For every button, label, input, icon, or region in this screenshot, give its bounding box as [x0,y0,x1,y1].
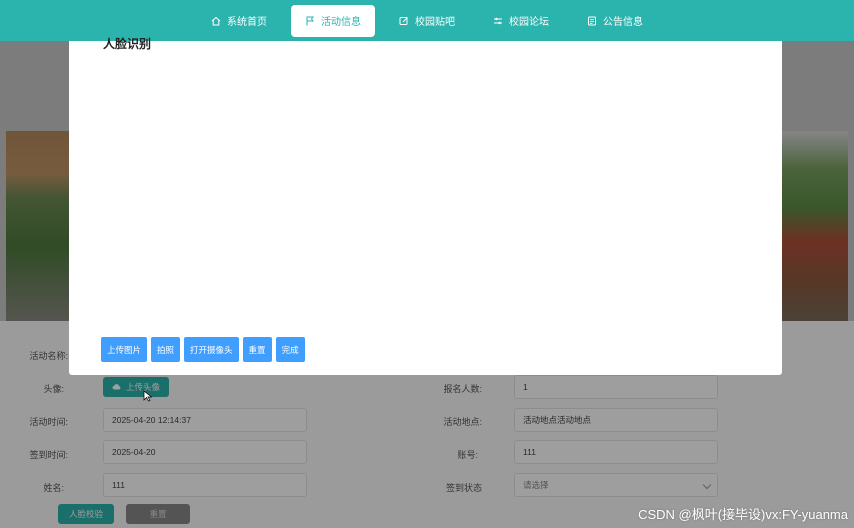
dialog-button-bar: 上传图片 拍照 打开摄像头 重置 完成 [101,337,305,362]
edit-icon [399,16,408,25]
done-button[interactable]: 完成 [275,337,305,362]
upload-image-button[interactable]: 上传图片 [101,337,148,362]
face-recognition-dialog: 人脸识别 上传图片 拍照 打开摄像头 重置 完成 [69,37,782,375]
nav-item-label: 校园论坛 [509,17,549,28]
nav-item-home[interactable]: 系统首页 [197,5,281,37]
nav-item-label: 系统首页 [227,17,267,28]
nav-item-label: 活动信息 [321,17,361,28]
notice-icon [588,16,596,25]
nav-item-label: 校园贴吧 [415,17,455,28]
sliders-icon [494,17,502,24]
open-camera-button[interactable]: 打开摄像头 [184,337,239,362]
take-photo-button[interactable]: 拍照 [151,337,181,362]
nav-item-forum[interactable]: 校园论坛 [479,5,563,37]
nav-item-activity[interactable]: 活动信息 [291,4,375,37]
watermark: CSDN @枫叶(接毕设)vx:FY-yuanma [638,507,848,522]
dialog-reset-button[interactable]: 重置 [242,337,272,362]
nav-item-bbs[interactable]: 校园贴吧 [385,5,469,37]
mouse-cursor-icon [143,390,153,402]
home-icon [211,16,221,25]
nav-item-label: 公告信息 [603,17,643,28]
flag-icon [306,16,314,25]
nav-item-notice[interactable]: 公告信息 [573,5,657,37]
dialog-title: 人脸识别 [103,37,152,51]
